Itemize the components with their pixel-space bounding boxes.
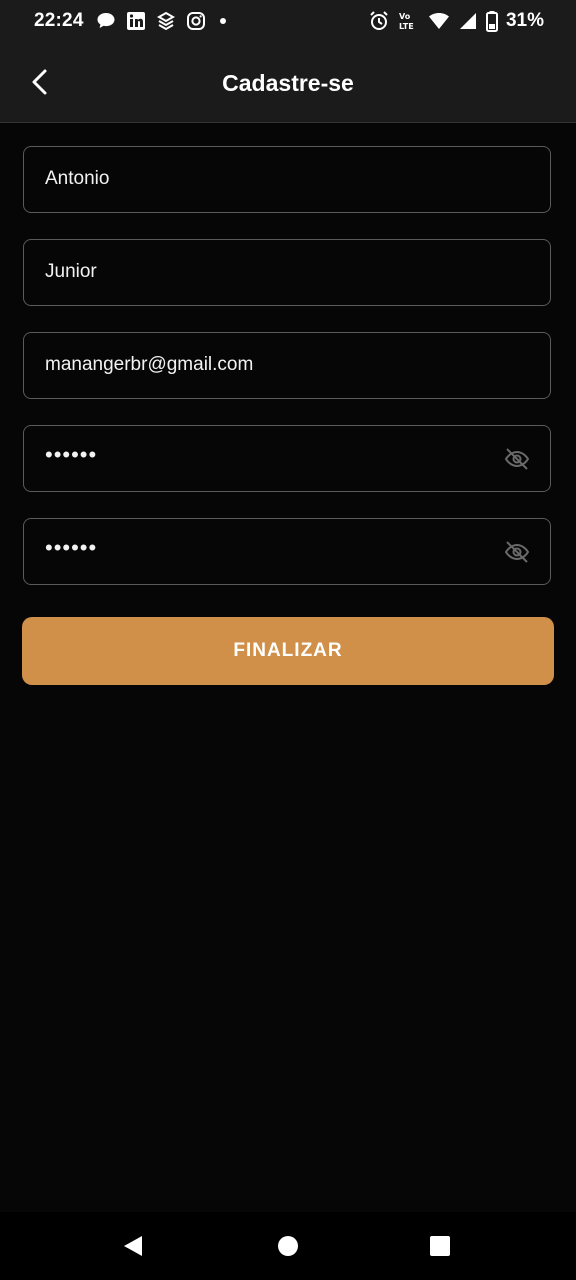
last-name-field[interactable]: Junior <box>23 239 551 306</box>
instagram-icon <box>187 12 205 30</box>
volte-icon: Vo LTE <box>399 12 414 31</box>
eye-off-icon[interactable] <box>504 446 530 472</box>
signal-icon <box>459 13 476 29</box>
dot-icon <box>220 18 226 24</box>
linkedin-icon <box>127 12 145 30</box>
battery-percentage: 31% <box>505 10 544 31</box>
page-title: Cadastre-se <box>222 70 354 96</box>
finalize-button[interactable]: FINALIZAR <box>22 617 554 685</box>
email-value: manangerbr@gmail.com <box>45 354 254 375</box>
eye-off-icon[interactable] <box>504 539 530 565</box>
recents-square-icon[interactable] <box>428 1234 452 1258</box>
status-bar: 22:24 Vo LTE 31% <box>0 0 576 44</box>
first-name-value: Antonio <box>45 168 110 189</box>
svg-text:Vo: Vo <box>399 12 411 21</box>
wifi-icon <box>428 13 449 29</box>
password-value: •••••• <box>45 442 98 467</box>
first-name-field[interactable]: Antonio <box>23 146 551 213</box>
status-time: 22:24 <box>34 10 84 31</box>
system-icons: Vo LTE 31% <box>368 10 544 32</box>
alarm-icon <box>370 11 388 30</box>
app-bar: Cadastre-se <box>0 44 576 123</box>
email-field[interactable]: manangerbr@gmail.com <box>23 332 551 399</box>
last-name-value: Junior <box>45 261 97 282</box>
back-triangle-icon[interactable] <box>121 1234 145 1258</box>
home-circle-icon[interactable] <box>276 1234 300 1258</box>
system-nav-bar <box>0 1212 576 1280</box>
confirm-password-field[interactable]: •••••• <box>23 518 551 585</box>
chat-bubble-icon <box>97 13 115 28</box>
svg-text:LTE: LTE <box>399 22 414 31</box>
notification-icons <box>96 11 230 31</box>
layers-icon <box>156 11 176 31</box>
confirm-password-value: •••••• <box>45 535 98 560</box>
password-field[interactable]: •••••• <box>23 425 551 492</box>
battery-icon <box>485 11 498 32</box>
